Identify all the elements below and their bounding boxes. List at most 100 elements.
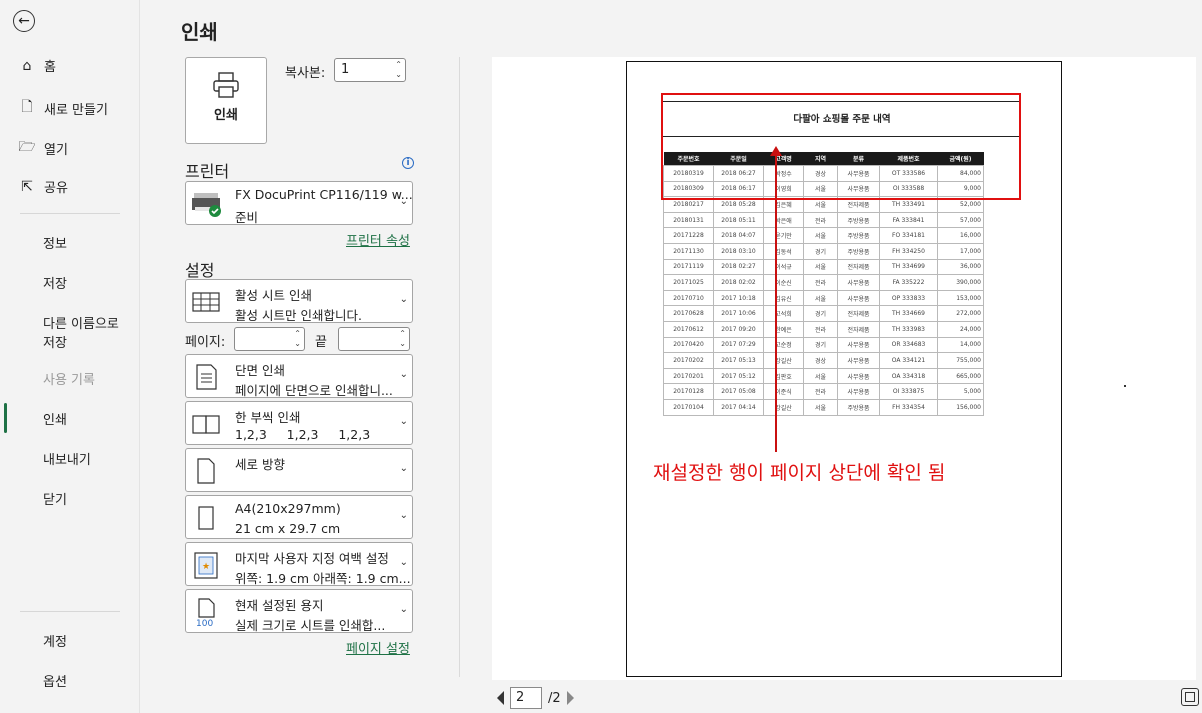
table-cell: 강길산 — [763, 352, 804, 369]
collation-select[interactable]: 한 부씩 인쇄 1,2,3 1,2,3 1,2,3 ⌄ — [185, 401, 413, 445]
table-cell: 주방용품 — [837, 227, 880, 244]
table-row: 20170710 2017 10:18 김유신 서울 사무용품 OP 333833 153,… — [663, 289, 984, 307]
previous-page-icon[interactable] — [497, 691, 504, 705]
table-cell: 전라 — [803, 211, 838, 229]
table-row: 20170201 2017 05:12 김판호 서울 사무용품 OA 334318 665,… — [663, 367, 984, 385]
sides-select[interactable]: 단면 인쇄 페이지에 단면으로 인쇄합니... ⌄ — [185, 354, 413, 398]
table-cell: 20180131 — [663, 211, 714, 229]
scaling-icon: 100 — [192, 598, 220, 629]
table-row: 20171119 2018 02:27 이석규 서울 전자제품 TH 334699 36,0… — [663, 258, 984, 276]
table-cell: 20170201 — [663, 367, 714, 385]
table-cell: 사무용품 — [837, 352, 880, 369]
table-cell: 전자제품 — [837, 320, 880, 338]
active-indicator — [4, 403, 7, 433]
chevron-down-icon: ⌄ — [399, 416, 408, 427]
table-cell: 전라 — [803, 274, 838, 291]
page-navigator: 2 /2 — [497, 687, 574, 709]
table-cell: 2017 05:12 — [713, 367, 764, 385]
table-cell: 2018 05:11 — [713, 211, 764, 229]
stepper-arrows-icon[interactable]: ⌃ ⌄ — [395, 60, 402, 80]
copies-stepper[interactable]: 1 ⌃ ⌄ — [334, 58, 406, 82]
table-cell: 서울 — [803, 367, 838, 385]
info-icon[interactable]: i — [402, 157, 414, 169]
table-cell: 2017 07:29 — [713, 336, 764, 354]
nav-home[interactable]: ⌂ 홈 — [18, 56, 56, 76]
table-cell: 36,000 — [937, 258, 984, 276]
table-cell: 사무용품 — [837, 383, 880, 400]
stepper-arrows-icon[interactable]: ⌃ ⌄ — [294, 329, 301, 349]
nav-print[interactable]: 인쇄 — [43, 409, 67, 428]
table-cell: OP 333833 — [879, 289, 938, 307]
table-cell: OA 334318 — [879, 367, 938, 385]
nav-info[interactable]: 정보 — [43, 233, 67, 252]
printer-heading: 프린터 — [185, 162, 230, 181]
table-cell: 14,000 — [937, 336, 984, 354]
current-page-input[interactable]: 2 — [510, 687, 542, 709]
nav-open[interactable]: 🗁 열기 — [18, 136, 68, 160]
chevron-down-icon: ⌄ — [399, 510, 408, 521]
page-title: 인쇄 — [181, 20, 218, 44]
show-margins-icon[interactable] — [1181, 688, 1199, 706]
next-page-icon[interactable] — [566, 691, 574, 705]
scaling-select[interactable]: 100 현재 설정된 용지 실제 크기로 시트를 인쇄합... ⌄ — [185, 589, 413, 633]
table-cell: FH 334250 — [879, 242, 938, 260]
print-pane: 인쇄 인쇄 복사본: 1 ⌃ ⌄ 프린터 i FX DocuPrint CP116… — [140, 0, 1202, 713]
printer-select[interactable]: FX DocuPrint CP116/119 w... 준비 ⌄ — [185, 181, 413, 225]
table-cell: 전라 — [803, 383, 838, 400]
nav-save-as[interactable]: 다른 이름으로 저장 — [43, 313, 119, 351]
chevron-down-icon: ⌄ — [399, 604, 408, 615]
table-cell: 755,000 — [937, 352, 984, 369]
nav-save[interactable]: 저장 — [43, 273, 67, 292]
table-cell: 20171119 — [663, 258, 714, 276]
page-setup-link[interactable]: 페이지 설정 — [346, 638, 410, 657]
table-cell: 20170104 — [663, 398, 714, 416]
table-cell: TH 333983 — [879, 320, 938, 338]
printer-properties-link[interactable]: 프린터 속성 — [346, 230, 410, 249]
stray-dot — [1124, 385, 1126, 387]
print-what-select[interactable]: 활성 시트 인쇄 활성 시트만 인쇄합니다. ⌄ — [185, 279, 413, 323]
table-cell: 전자제품 — [837, 305, 880, 322]
table-cell: 272,000 — [937, 305, 984, 322]
table-cell: 20170128 — [663, 383, 714, 400]
nav-close[interactable]: 닫기 — [43, 489, 67, 508]
page-to-input[interactable]: ⌃ ⌄ — [338, 327, 410, 351]
nav-new[interactable]: 🗋 새로 만들기 — [18, 96, 108, 120]
printer-icon — [213, 72, 239, 98]
orientation-select[interactable]: 세로 방향 ⌄ — [185, 448, 413, 492]
table-cell: 2018 04:07 — [713, 227, 764, 244]
nav-share[interactable]: ⇱ 공유 — [18, 177, 68, 197]
table-cell: 20170202 — [663, 352, 714, 369]
table-cell: 김유신 — [763, 289, 804, 307]
table-cell: FH 334354 — [879, 398, 938, 416]
print-button[interactable]: 인쇄 — [185, 57, 267, 144]
chevron-down-icon: ⌄ — [399, 463, 408, 474]
printer-device-icon — [192, 193, 221, 217]
table-cell: 이준식 — [763, 383, 804, 400]
table-row: 20180131 2018 05:11 박은애 전라 주방용품 FA 333841 57,0… — [663, 211, 984, 229]
paper-size-select[interactable]: A4(210x297mm) 21 cm x 29.7 cm ⌄ — [185, 495, 413, 539]
total-pages: /2 — [548, 690, 561, 706]
page-from-input[interactable]: ⌃ ⌄ — [234, 327, 305, 351]
nav-options[interactable]: 옵션 — [43, 671, 67, 690]
table-row: 20171228 2018 04:07 윤기만 서울 주방용품 FO 334181 16,0… — [663, 227, 984, 244]
table-cell: TH 334699 — [879, 258, 938, 276]
nav-separator-bottom — [20, 611, 120, 612]
table-cell: 2017 10:06 — [713, 305, 764, 322]
margins-select[interactable]: ★ 마지막 사용자 지정 여백 설정 위쪽: 1.9 cm 아래쪽: 1.9 c… — [185, 542, 413, 586]
nav-account[interactable]: 계정 — [43, 631, 67, 650]
stepper-arrows-icon[interactable]: ⌃ ⌄ — [399, 329, 406, 349]
table-cell: 경기 — [803, 336, 838, 354]
table-cell: FA 335222 — [879, 274, 938, 291]
table-cell: 전라 — [803, 320, 838, 338]
table-row: 20170128 2017 05:08 이준식 전라 사무용품 OI 333875 5,00… — [663, 383, 984, 400]
new-file-icon: 🗋 — [21, 99, 33, 115]
printer-name: FX DocuPrint CP116/119 w... — [235, 187, 413, 202]
nav-export[interactable]: 내보내기 — [43, 449, 91, 468]
back-arrow-icon[interactable]: ← — [13, 10, 35, 32]
table-cell: 16,000 — [937, 227, 984, 244]
table-cell: 20170628 — [663, 305, 714, 322]
sheet-grid-icon — [192, 292, 220, 312]
backstage-nav: ← ⌂ 홈 🗋 새로 만들기 🗁 열기 ⇱ 공유 정보 저장 다른 이름으로 저… — [0, 0, 140, 713]
share-icon: ⇱ — [21, 178, 33, 195]
table-row: 20171130 2018 03:10 김동석 경기 주방용품 FH 334250 17,0… — [663, 242, 984, 260]
